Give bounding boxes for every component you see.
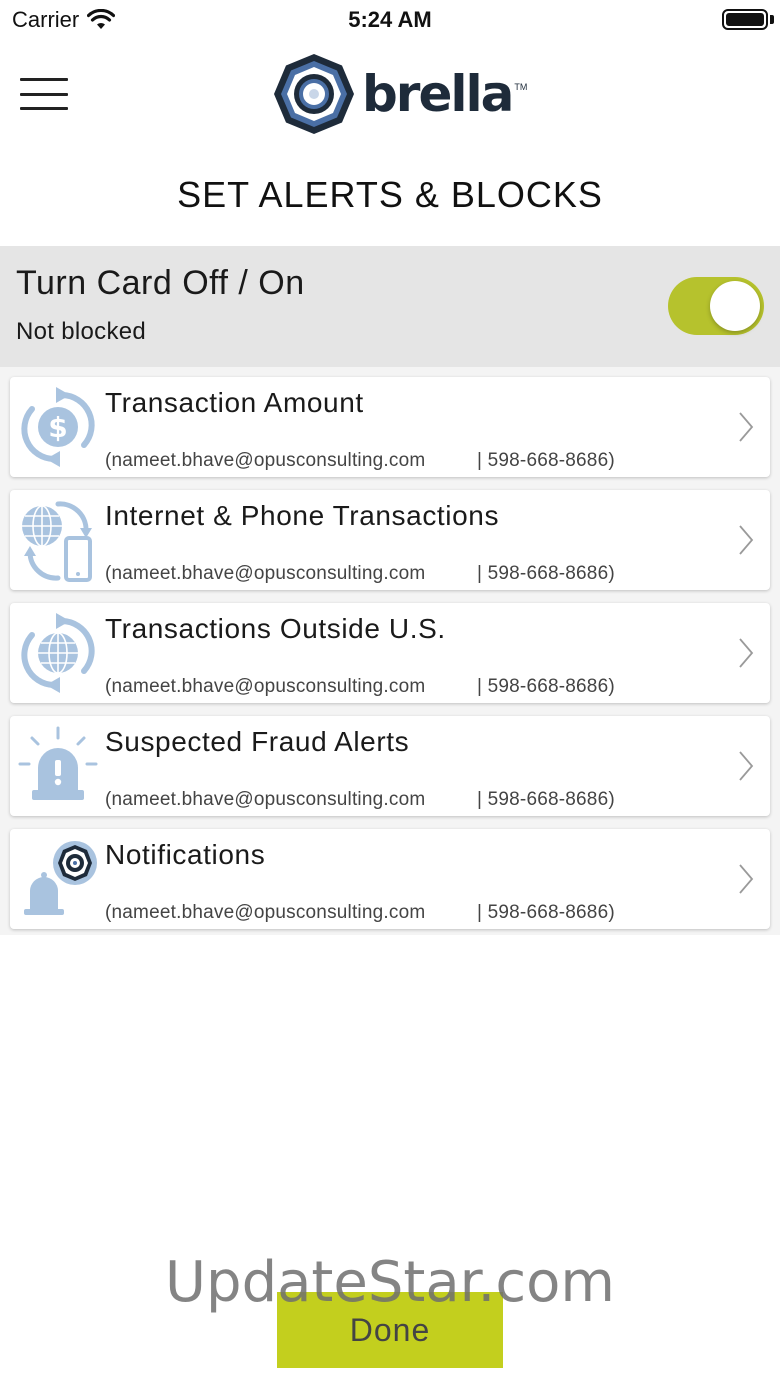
alert-email: (nameet.bhave@opusconsulting.com <box>105 563 426 584</box>
battery-cap <box>770 15 774 24</box>
brella-logo: brella TM <box>272 52 527 136</box>
alert-title: Transactions Outside U.S. <box>105 613 446 644</box>
alert-item-fraud-alerts[interactable]: Suspected Fraud Alerts (nameet.bhave@opu… <box>10 716 770 816</box>
menu-line <box>20 107 68 110</box>
alert-list: $ Transaction Amount (nameet.bhave@opusc… <box>0 367 780 935</box>
page-title: SET ALERTS & BLOCKS <box>177 174 603 215</box>
alert-phone: | 598-668-8686) <box>477 676 615 697</box>
trademark-mark: TM <box>514 82 528 92</box>
card-toggle-title: Turn Card Off / On <box>16 264 305 302</box>
chevron-right-icon <box>739 525 754 555</box>
menu-line <box>20 92 68 96</box>
alert-email: (nameet.bhave@opusconsulting.com <box>105 676 426 697</box>
alert-item-notifications[interactable]: Notifications (nameet.bhave@opusconsulti… <box>10 829 770 929</box>
status-bar: Carrier 5:24 AM <box>0 0 780 40</box>
dollar-refresh-icon: $ <box>21 387 95 467</box>
svg-text:$: $ <box>48 411 67 444</box>
alert-item-internet-phone[interactable]: Internet & Phone Transactions (nameet.bh… <box>10 490 770 590</box>
status-time: 5:24 AM <box>348 7 432 32</box>
alert-title: Notifications <box>105 839 266 870</box>
alert-email: (nameet.bhave@opusconsulting.com <box>105 902 426 923</box>
alert-item-transaction-amount[interactable]: $ Transaction Amount (nameet.bhave@opusc… <box>10 377 770 477</box>
switch-knob <box>710 281 760 331</box>
menu-line <box>20 78 68 81</box>
chevron-right-icon <box>739 751 754 781</box>
alert-phone: | 598-668-8686) <box>477 450 615 471</box>
chevron-right-icon <box>739 638 754 668</box>
brella-umbrella-icon <box>274 54 354 134</box>
done-button[interactable]: Done <box>277 1292 503 1368</box>
bell-logo-icon <box>24 841 97 915</box>
globe-phone-icon <box>22 501 92 582</box>
alert-email: (nameet.bhave@opusconsulting.com <box>105 450 426 471</box>
card-block-status: Not blocked <box>16 318 147 345</box>
brand-name: brella <box>362 65 514 123</box>
chevron-right-icon <box>739 412 754 442</box>
alert-item-outside-us[interactable]: Transactions Outside U.S. (nameet.bhave@… <box>10 603 770 703</box>
alarm-siren-icon <box>18 726 98 800</box>
chevron-right-icon <box>739 864 754 894</box>
battery-icon <box>722 9 768 30</box>
card-toggle-section: Turn Card Off / On Not blocked <box>0 246 780 367</box>
hamburger-menu-button[interactable] <box>20 76 68 112</box>
alert-title: Transaction Amount <box>105 387 364 418</box>
globe-refresh-icon <box>21 613 95 693</box>
alert-phone: | 598-668-8686) <box>477 563 615 584</box>
alert-email: (nameet.bhave@opusconsulting.com <box>105 789 426 810</box>
card-on-off-switch[interactable] <box>668 277 764 335</box>
alert-title: Suspected Fraud Alerts <box>105 726 410 757</box>
alert-phone: | 598-668-8686) <box>477 902 615 923</box>
alert-phone: | 598-668-8686) <box>477 789 615 810</box>
alert-title: Internet & Phone Transactions <box>105 500 500 531</box>
